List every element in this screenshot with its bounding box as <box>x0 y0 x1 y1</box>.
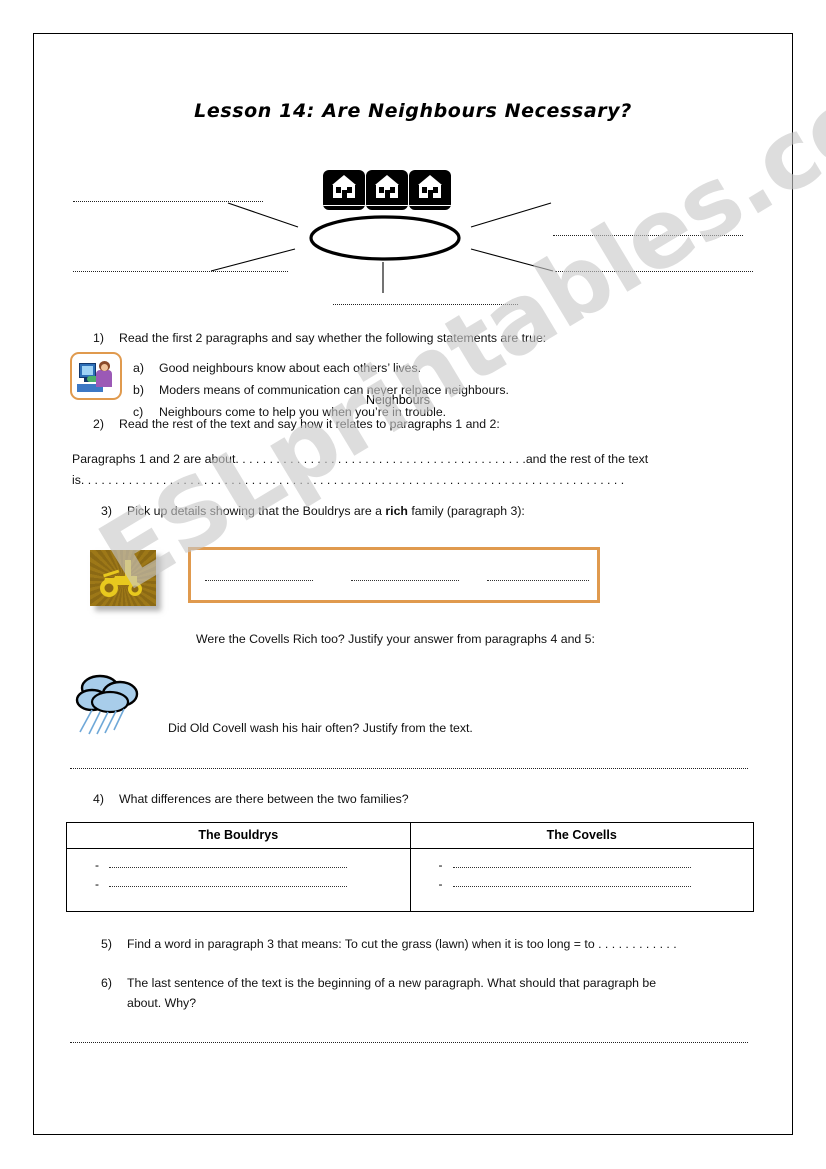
item-b-text: Moders means of communication can never … <box>159 383 509 397</box>
question-6-text-line1: The last sentence of the text is the beg… <box>127 976 657 990</box>
question-2-text: Read the rest of the text and say how it… <box>119 417 500 431</box>
question-2: 2) Read the rest of the text and say how … <box>93 416 500 433</box>
question-6-number: 6) <box>101 976 112 990</box>
worksheet-page: Lesson 14: Are Neighbours Necessary? Nei… <box>0 0 826 1169</box>
answer-box-question-3[interactable] <box>188 547 600 603</box>
person-at-computer-icon <box>70 352 122 400</box>
answer-rule-final[interactable] <box>70 1036 748 1043</box>
question-6-line2: about. Why? <box>127 995 196 1012</box>
q2-fill-middle: and the rest of the text <box>525 452 649 466</box>
house-icon <box>323 170 365 210</box>
house-icon <box>409 170 451 210</box>
question-4b-text: Did Old Covell wash his hair often? Just… <box>168 721 473 735</box>
question-4c-number: 4) <box>93 792 104 806</box>
tractor-icon <box>90 550 156 606</box>
rain-cloud-icon <box>70 668 156 740</box>
row-of-houses-icon <box>323 170 451 210</box>
bullet-dash: - <box>438 857 443 872</box>
table-header-row: The Bouldrys The Covells <box>66 822 754 849</box>
q2-fill-dots-1[interactable]: . . . . . . . . . . . . . . . . . . . . … <box>235 452 525 466</box>
mindmap-blank-bottom-right[interactable] <box>555 265 753 272</box>
question-3-text-before: Pick up details showing that the Bouldry… <box>127 504 382 518</box>
table-header-covells: The Covells <box>409 822 754 849</box>
rain-cloud-glyph <box>75 674 139 735</box>
item-a-label: a) <box>133 361 144 375</box>
mindmap-center-ellipse <box>309 215 461 261</box>
table-header-bouldrys: The Bouldrys <box>66 822 411 849</box>
answer-segment-3[interactable] <box>487 574 589 581</box>
mindmap-blank-top-left[interactable] <box>73 195 263 202</box>
question-1-number: 1) <box>93 331 104 345</box>
item-b-label: b) <box>133 383 144 397</box>
bullet-dash: - <box>95 876 99 891</box>
table-answer-line[interactable]: - <box>67 855 410 874</box>
question-6-text-line2: about. Why? <box>127 996 197 1010</box>
worksheet-content: Lesson 14: Are Neighbours Necessary? Nei… <box>0 0 826 1169</box>
tractor-glyph <box>100 560 142 597</box>
question-2-number: 2) <box>93 417 104 431</box>
mindmap-diagram: Neighbours <box>33 165 793 407</box>
answer-dots[interactable] <box>452 880 691 887</box>
q2-fill-dots-2[interactable]: . . . . . . . . . . . . . . . . . . . . … <box>81 473 624 487</box>
question-6: 6) The last sentence of the text is the b… <box>101 975 656 992</box>
question-5: 5) Find a word in paragraph 3 that means:… <box>101 936 677 953</box>
answer-dots[interactable] <box>452 861 691 868</box>
question-4b: Did Old Covell wash his hair often? Just… <box>168 720 473 737</box>
question-4c-text: What differences are there between the t… <box>119 792 409 806</box>
answer-dots[interactable] <box>109 861 347 868</box>
answer-dots[interactable] <box>109 880 347 887</box>
question-3: 3) Pick up details showing that the Bould… <box>101 503 525 520</box>
question-1: 1) Read the first 2 paragraphs and say wh… <box>93 330 546 347</box>
table-cell-covells[interactable]: - - <box>409 848 754 912</box>
mindmap-blank-top-right[interactable] <box>553 229 743 236</box>
question-5-number: 5) <box>101 937 112 951</box>
answer-segment-1[interactable] <box>205 574 313 581</box>
bullet-dash: - <box>95 857 99 872</box>
table-answer-line[interactable]: - <box>411 855 754 874</box>
table-answer-line[interactable]: - <box>411 874 754 893</box>
question-3-text-after: family (paragraph 3): <box>411 504 525 518</box>
question-4a-text: Were the Covells Rich too? Justify your … <box>196 632 595 646</box>
question-3-number: 3) <box>101 504 112 518</box>
answer-rule-after-q4b[interactable] <box>70 762 748 769</box>
table-cell-bouldrys[interactable]: - - <box>66 848 411 912</box>
question-1-text: Read the first 2 paragraphs and say whet… <box>119 331 547 345</box>
page-title: Lesson 14: Are Neighbours Necessary? <box>194 100 632 122</box>
table-row: - - - - <box>66 848 754 912</box>
table-answer-line[interactable]: - <box>67 874 410 893</box>
question-5-text: Find a word in paragraph 3 that means: T… <box>127 937 677 951</box>
house-icon <box>366 170 408 210</box>
q2-fill-prefix: Paragraphs 1 and 2 are about <box>72 452 236 466</box>
question-1-item-b: b) Moders means of communication can neve… <box>133 382 509 399</box>
question-4c: 4) What differences are there between the… <box>93 791 409 808</box>
q2-fill-line-2: is. . . . . . . . . . . . . . . . . . . … <box>72 472 624 489</box>
item-a-text: Good neighbours know about each others’ … <box>159 361 422 375</box>
mindmap-blank-bottom-left[interactable] <box>73 265 288 272</box>
families-comparison-table: The Bouldrys The Covells - - - - <box>66 822 754 912</box>
question-4a: Were the Covells Rich too? Justify your … <box>196 631 595 648</box>
question-3-bold-word: rich <box>385 504 408 518</box>
q2-fill-line-1: Paragraphs 1 and 2 are about. . . . . . … <box>72 451 648 468</box>
q2-fill-prefix-2: is <box>72 473 81 487</box>
answer-segment-2[interactable] <box>351 574 459 581</box>
question-1-item-a: a) Good neighbours know about each others… <box>133 360 421 377</box>
mindmap-blank-bottom[interactable] <box>333 298 518 305</box>
bullet-dash: - <box>438 876 443 891</box>
